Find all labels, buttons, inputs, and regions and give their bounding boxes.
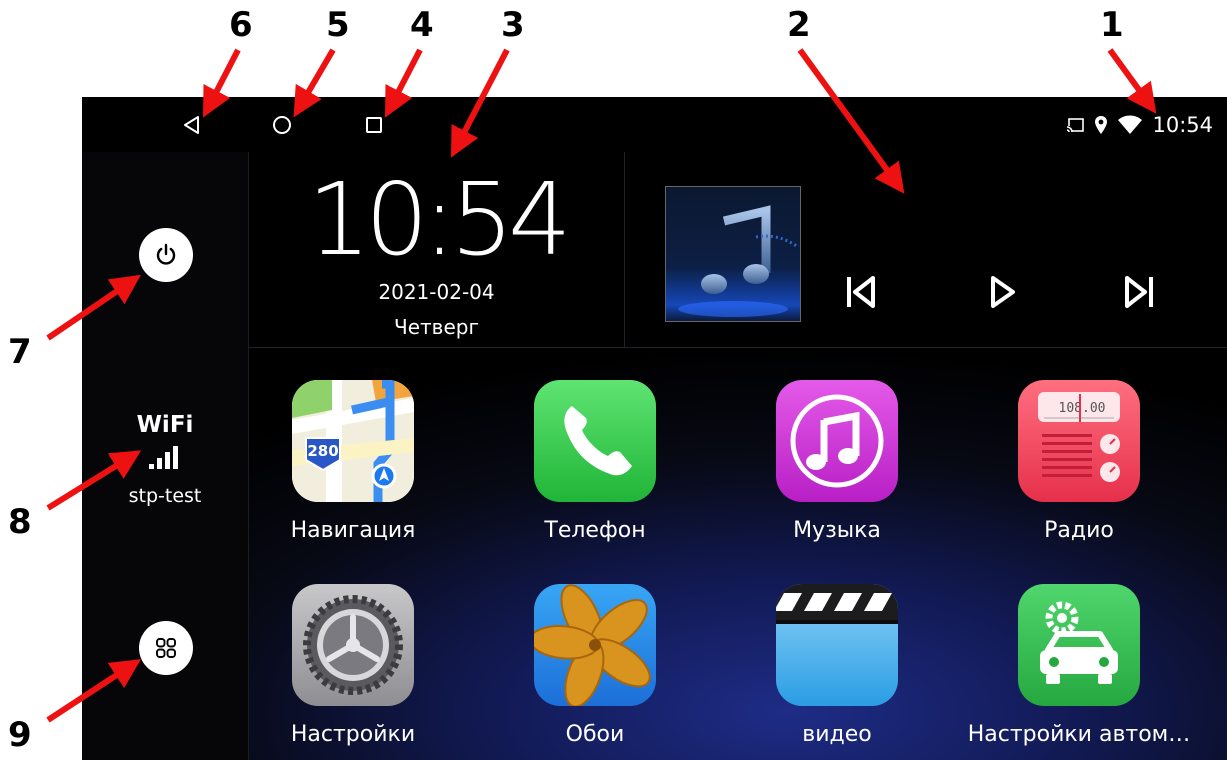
clock-time: 10:54 <box>307 161 571 278</box>
app-label: Обои <box>565 722 625 747</box>
app-phone[interactable]: Телефон <box>475 380 715 543</box>
wifi-label: WiFi <box>136 412 194 438</box>
app-label: Навигация <box>290 518 416 543</box>
radio-icon: 108.00 <box>1018 380 1140 502</box>
music-widget <box>625 152 1227 348</box>
next-icon <box>1125 276 1153 308</box>
callout-2: 2 <box>787 5 811 45</box>
previous-button[interactable] <box>833 264 889 320</box>
sidebar: WiFi stp-test <box>82 152 249 760</box>
app-music[interactable]: Музыка <box>717 380 957 543</box>
recents-icon <box>366 117 382 133</box>
radio-frequency: 108.00 <box>1059 401 1106 416</box>
play-icon <box>991 276 1015 308</box>
app-label: Настройки автом… <box>967 722 1191 747</box>
app-radio[interactable]: 108.00 Радио <box>959 380 1199 543</box>
callout-9: 9 <box>8 715 32 755</box>
car-settings-icon <box>1018 584 1140 706</box>
app-navigation[interactable]: 280 Навигация <box>233 380 473 543</box>
album-art[interactable] <box>665 186 801 322</box>
clock-day: Четверг <box>394 315 479 339</box>
callout-6: 6 <box>229 5 253 45</box>
video-icon <box>776 584 898 706</box>
callout-7: 7 <box>8 332 32 372</box>
app-wallpaper[interactable]: Обои <box>475 584 715 747</box>
recents-button[interactable] <box>356 109 392 141</box>
app-settings[interactable]: Настройки <box>233 584 473 747</box>
callout-8: 8 <box>8 502 32 542</box>
wifi-status[interactable]: WiFi stp-test <box>82 412 248 507</box>
play-button[interactable] <box>975 264 1031 320</box>
status-time: 10:54 <box>1152 113 1213 137</box>
app-car-settings[interactable]: Настройки автом… <box>959 584 1199 747</box>
cast-icon <box>1066 118 1085 133</box>
clock-widget[interactable]: 10:54 2021-02-04 Четверг <box>249 152 625 348</box>
clock-date: 2021-02-04 <box>378 280 495 304</box>
wifi-icon <box>1118 115 1143 134</box>
callout-3: 3 <box>501 5 525 45</box>
phone-icon <box>534 380 656 502</box>
power-icon <box>156 243 176 265</box>
app-grid-icon <box>156 638 176 658</box>
power-button[interactable] <box>139 228 193 282</box>
all-apps-button[interactable] <box>139 621 193 675</box>
app-label: видео <box>802 722 872 747</box>
callout-1: 1 <box>1100 5 1124 45</box>
status-bar: 10:54 <box>82 97 1227 152</box>
maps-icon: 280 <box>292 380 414 502</box>
app-label: Настройки <box>290 722 416 747</box>
callout-5: 5 <box>326 5 350 45</box>
next-button[interactable] <box>1111 264 1167 320</box>
home-icon <box>273 116 291 134</box>
app-label: Музыка <box>793 518 881 543</box>
settings-icon <box>292 584 414 706</box>
signal-strength-icon <box>149 446 178 469</box>
back-icon <box>184 116 199 134</box>
app-video[interactable]: видео <box>717 584 957 747</box>
previous-icon <box>847 276 875 308</box>
app-label: Телефон <box>544 518 646 543</box>
location-icon <box>1095 116 1108 134</box>
back-button[interactable] <box>174 109 210 141</box>
music-icon <box>776 380 898 502</box>
app-label: Радио <box>1044 518 1114 543</box>
head-unit-screen: 10:54 WiFi stp-test 10:54 2021-02-04 Чет… <box>82 97 1227 760</box>
wallpaper-icon <box>534 584 656 706</box>
wifi-ssid: stp-test <box>128 485 202 507</box>
callout-4: 4 <box>410 5 434 45</box>
music-note-icon <box>678 205 799 317</box>
home-button[interactable] <box>264 109 300 141</box>
maps-shield-number: 280 <box>307 442 338 460</box>
home-screen: 10:54 2021-02-04 Четверг 280 Навигация Т… <box>249 152 1227 760</box>
status-icons: 10:54 <box>1066 109 1213 141</box>
